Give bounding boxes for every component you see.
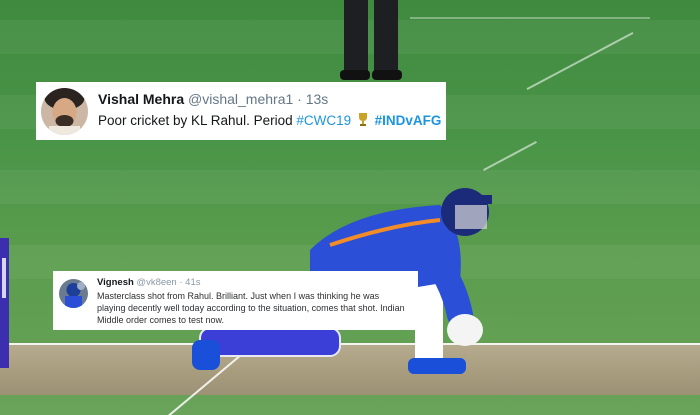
umpire-legs <box>340 0 402 80</box>
field-marking <box>410 17 650 19</box>
tweet-text: Masterclass shot from Rahul. Brilliant. … <box>97 291 405 325</box>
avatar <box>41 88 88 135</box>
user-handle[interactable]: @vk8een <box>136 277 176 288</box>
tweet-header: Vignesh @vk8een · 41s <box>97 277 200 288</box>
stumps <box>0 238 9 368</box>
hashtag-link[interactable]: #INDvAFG <box>375 113 442 128</box>
cricket-photo-background: Vishal Mehra @vishal_mehra1 · 13s Poor c… <box>0 0 700 415</box>
user-handle[interactable]: @vishal_mehra1 <box>188 91 293 107</box>
hashtag-link[interactable]: #CWC19 <box>296 113 351 128</box>
separator: · <box>297 91 302 107</box>
glove <box>447 314 483 346</box>
tweet-card: Vishal Mehra @vishal_mehra1 · 13s Poor c… <box>36 82 446 140</box>
field-marking <box>483 141 537 171</box>
timestamp[interactable]: 41s <box>185 277 200 288</box>
shoe <box>408 358 466 374</box>
trophy-icon <box>358 113 367 126</box>
tweet-card: Vignesh @vk8een · 41s Masterclass shot f… <box>53 271 418 330</box>
leg-pad <box>200 328 340 356</box>
timestamp[interactable]: 13s <box>306 91 329 107</box>
tweet-text: Poor cricket by KL Rahul. Period #CWC19 … <box>98 112 441 128</box>
avatar <box>59 279 88 308</box>
user-name[interactable]: Vishal Mehra <box>98 91 184 107</box>
tweet-body: Poor cricket by KL Rahul. Period <box>98 113 293 128</box>
user-name[interactable]: Vignesh <box>97 277 134 288</box>
tweet-header: Vishal Mehra @vishal_mehra1 · 13s <box>98 91 328 107</box>
separator: · <box>179 277 183 288</box>
shoe <box>192 340 220 370</box>
